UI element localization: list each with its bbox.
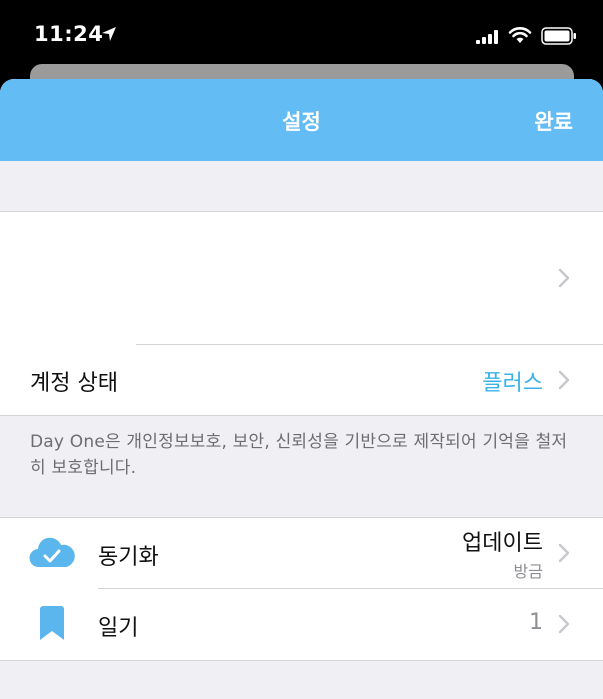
battery-icon <box>541 27 576 45</box>
settings-sheet: 설정 완료 계정 상태 플러스 Day One은 개인정보보호, 보안, 신뢰성… <box>0 79 603 699</box>
profile-row[interactable] <box>0 212 603 344</box>
chevron-right-icon <box>558 370 570 390</box>
chevron-right-icon <box>558 268 570 288</box>
journals-count: 1 <box>529 610 543 635</box>
account-group: 계정 상태 플러스 <box>0 211 603 416</box>
location-arrow-icon <box>102 27 116 41</box>
status-bar: 11:24 <box>0 0 603 72</box>
account-status-value: 플러스 <box>482 371 543 396</box>
cellular-signal-icon <box>476 30 498 44</box>
journals-row[interactable]: 일기 1 <box>0 589 603 659</box>
privacy-note: Day One은 개인정보보호, 보안, 신뢰성을 기반으로 제작되어 기억을 … <box>30 432 568 478</box>
wifi-icon <box>508 27 532 43</box>
sync-label: 동기화 <box>98 545 159 570</box>
chevron-right-icon <box>558 614 570 634</box>
status-time: 11:24 <box>34 22 104 46</box>
cloud-check-icon <box>29 537 75 568</box>
account-status-label: 계정 상태 <box>30 371 118 396</box>
sync-row[interactable]: 동기화 업데이트 방금 <box>0 518 603 588</box>
navigation-bar: 설정 완료 <box>0 79 603 161</box>
journals-label: 일기 <box>98 616 139 641</box>
account-status-row[interactable]: 계정 상태 플러스 <box>0 345 603 415</box>
chevron-right-icon <box>558 543 570 563</box>
page-title: 설정 <box>282 110 321 134</box>
bookmark-icon <box>40 606 64 640</box>
sync-status-time: 방금 <box>513 562 543 581</box>
sync-group: 동기화 업데이트 방금 일기 1 <box>0 517 603 661</box>
sync-status-value: 업데이트 <box>462 531 543 556</box>
done-button[interactable]: 완료 <box>534 106 573 136</box>
